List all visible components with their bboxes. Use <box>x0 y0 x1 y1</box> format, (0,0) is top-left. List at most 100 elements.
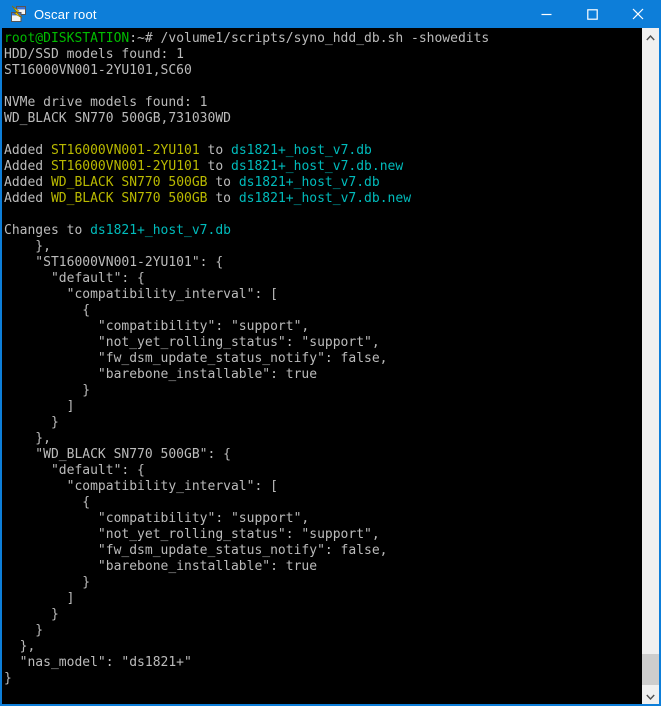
terminal-text-segment: } <box>4 383 90 398</box>
terminal-text-segment: "compatibility_interval": [ <box>4 479 278 494</box>
terminal-text-segment: "compatibility_interval": [ <box>4 287 278 302</box>
maximize-icon <box>587 9 598 20</box>
terminal-line: Added ST16000VN001-2YU101 to ds1821+_hos… <box>4 143 642 159</box>
terminal-line: Added ST16000VN001-2YU101 to ds1821+_hos… <box>4 159 642 175</box>
terminal-line <box>4 207 642 223</box>
scrollbar-track[interactable] <box>642 45 659 687</box>
terminal-line: "not_yet_rolling_status": "support", <box>4 527 642 543</box>
terminal-text-segment: to <box>200 143 231 158</box>
terminal-output[interactable]: root@DISKSTATION:~# /volume1/scripts/syn… <box>2 28 642 704</box>
terminal-text-segment: ds1821+_host_v7.db <box>231 143 372 158</box>
terminal-line: } <box>4 623 642 639</box>
terminal-text-segment: ds1821+_host_v7.db <box>90 223 231 238</box>
terminal-line: { <box>4 495 642 511</box>
minimize-button[interactable] <box>523 0 569 28</box>
terminal-text-segment: "WD_BLACK SN770 500GB": { <box>4 447 231 462</box>
terminal-line <box>4 127 642 143</box>
terminal-text-segment: WD_BLACK SN770 500GB <box>51 175 208 190</box>
titlebar[interactable]: Oscar root <box>0 0 661 28</box>
terminal-text-segment: }, <box>4 639 35 654</box>
terminal-text-segment: "compatibility": "support", <box>4 511 309 526</box>
terminal-text-segment: } <box>4 575 90 590</box>
maximize-button[interactable] <box>569 0 615 28</box>
terminal-text-segment: ds1821+_host_v7.db.new <box>239 191 411 206</box>
terminal-text-segment: }, <box>4 431 51 446</box>
terminal-line: ] <box>4 399 642 415</box>
scrollbar[interactable] <box>642 28 659 704</box>
terminal-text-segment: "default": { <box>4 463 145 478</box>
terminal-window: Oscar root ro <box>0 0 661 706</box>
scroll-up-button[interactable] <box>642 28 659 45</box>
close-button[interactable] <box>615 0 661 28</box>
terminal-text-segment: } <box>4 415 59 430</box>
terminal-text-segment: "barebone_installable": true <box>4 559 317 574</box>
terminal-line <box>4 79 642 95</box>
terminal-text-segment: Added <box>4 159 51 174</box>
terminal-line: "fw_dsm_update_status_notify": false, <box>4 351 642 367</box>
terminal-text-segment: "not_yet_rolling_status": "support", <box>4 335 380 350</box>
terminal-line: "barebone_installable": true <box>4 559 642 575</box>
terminal-line: Added WD_BLACK SN770 500GB to ds1821+_ho… <box>4 175 642 191</box>
terminal-text-segment: "nas_model": "ds1821+" <box>4 655 192 670</box>
terminal-text-segment: { <box>4 303 90 318</box>
terminal-text-segment: { <box>4 495 90 510</box>
terminal-line: }, <box>4 639 642 655</box>
terminal-text-segment: HDD/SSD models found: 1 <box>4 47 184 62</box>
terminal-text-segment: Added <box>4 191 51 206</box>
terminal-line: "nas_model": "ds1821+" <box>4 655 642 671</box>
terminal-line: Added WD_BLACK SN770 500GB to ds1821+_ho… <box>4 191 642 207</box>
terminal-text-segment: Added <box>4 175 51 190</box>
terminal-line: HDD/SSD models found: 1 <box>4 47 642 63</box>
terminal-line: ST16000VN001-2YU101,SC60 <box>4 63 642 79</box>
chevron-up-icon <box>646 28 655 46</box>
window-title: Oscar root <box>34 7 97 22</box>
terminal-text-segment: WD_BLACK SN770 500GB <box>51 191 208 206</box>
terminal-text-segment: ST16000VN001-2YU101,SC60 <box>4 63 192 78</box>
terminal-line: { <box>4 303 642 319</box>
terminal-text-segment: "default": { <box>4 271 145 286</box>
terminal-line: "compatibility_interval": [ <box>4 479 642 495</box>
terminal-text-segment: "ST16000VN001-2YU101": { <box>4 255 223 270</box>
terminal-text-segment: } <box>4 671 12 686</box>
terminal-line: "compatibility": "support", <box>4 511 642 527</box>
scrollbar-thumb[interactable] <box>642 654 659 685</box>
terminal-line: "not_yet_rolling_status": "support", <box>4 335 642 351</box>
terminal-text-segment: ST16000VN001-2YU101 <box>51 143 200 158</box>
terminal-text-segment: to <box>208 175 239 190</box>
terminal-text-segment: ST16000VN001-2YU101 <box>51 159 200 174</box>
terminal-line: } <box>4 383 642 399</box>
terminal-line: Changes to ds1821+_host_v7.db <box>4 223 642 239</box>
terminal-text-segment: ] <box>4 399 74 414</box>
putty-terminal-icon <box>9 5 27 23</box>
terminal-line: "ST16000VN001-2YU101": { <box>4 255 642 271</box>
terminal-line: "default": { <box>4 271 642 287</box>
terminal-line: "compatibility_interval": [ <box>4 287 642 303</box>
terminal-text-segment: ds1821+_host_v7.db <box>239 175 380 190</box>
terminal-text-segment: "fw_dsm_update_status_notify": false, <box>4 543 388 558</box>
terminal-line: "WD_BLACK SN770 500GB": { <box>4 447 642 463</box>
terminal-text-segment: to <box>208 191 239 206</box>
terminal-text-segment: :~# /volume1/scripts/syno_hdd_db.sh -sho… <box>129 31 489 46</box>
window-body: root@DISKSTATION:~# /volume1/scripts/syn… <box>0 28 661 706</box>
terminal-line: }, <box>4 239 642 255</box>
terminal-line: "barebone_installable": true <box>4 367 642 383</box>
terminal-line: NVMe drive models found: 1 <box>4 95 642 111</box>
terminal-text-segment: "not_yet_rolling_status": "support", <box>4 527 380 542</box>
terminal-line: } <box>4 607 642 623</box>
minimize-icon <box>541 9 552 20</box>
terminal-text-segment: } <box>4 623 43 638</box>
terminal-line: "default": { <box>4 463 642 479</box>
terminal-line: root@DISKSTATION:~# /volume1/scripts/syn… <box>4 31 642 47</box>
terminal-text-segment: } <box>4 607 59 622</box>
terminal-text-segment: ds1821+_host_v7.db.new <box>231 159 403 174</box>
terminal-text-segment: }, <box>4 239 51 254</box>
terminal-text-segment: "compatibility": "support", <box>4 319 309 334</box>
terminal-line: WD_BLACK SN770 500GB,731030WD <box>4 111 642 127</box>
terminal-text-segment: "barebone_installable": true <box>4 367 317 382</box>
terminal-line: } <box>4 575 642 591</box>
terminal-line: "compatibility": "support", <box>4 319 642 335</box>
scroll-down-button[interactable] <box>642 687 659 704</box>
terminal-text-segment: Added <box>4 143 51 158</box>
window-controls <box>523 0 661 28</box>
chevron-down-icon <box>646 687 655 705</box>
